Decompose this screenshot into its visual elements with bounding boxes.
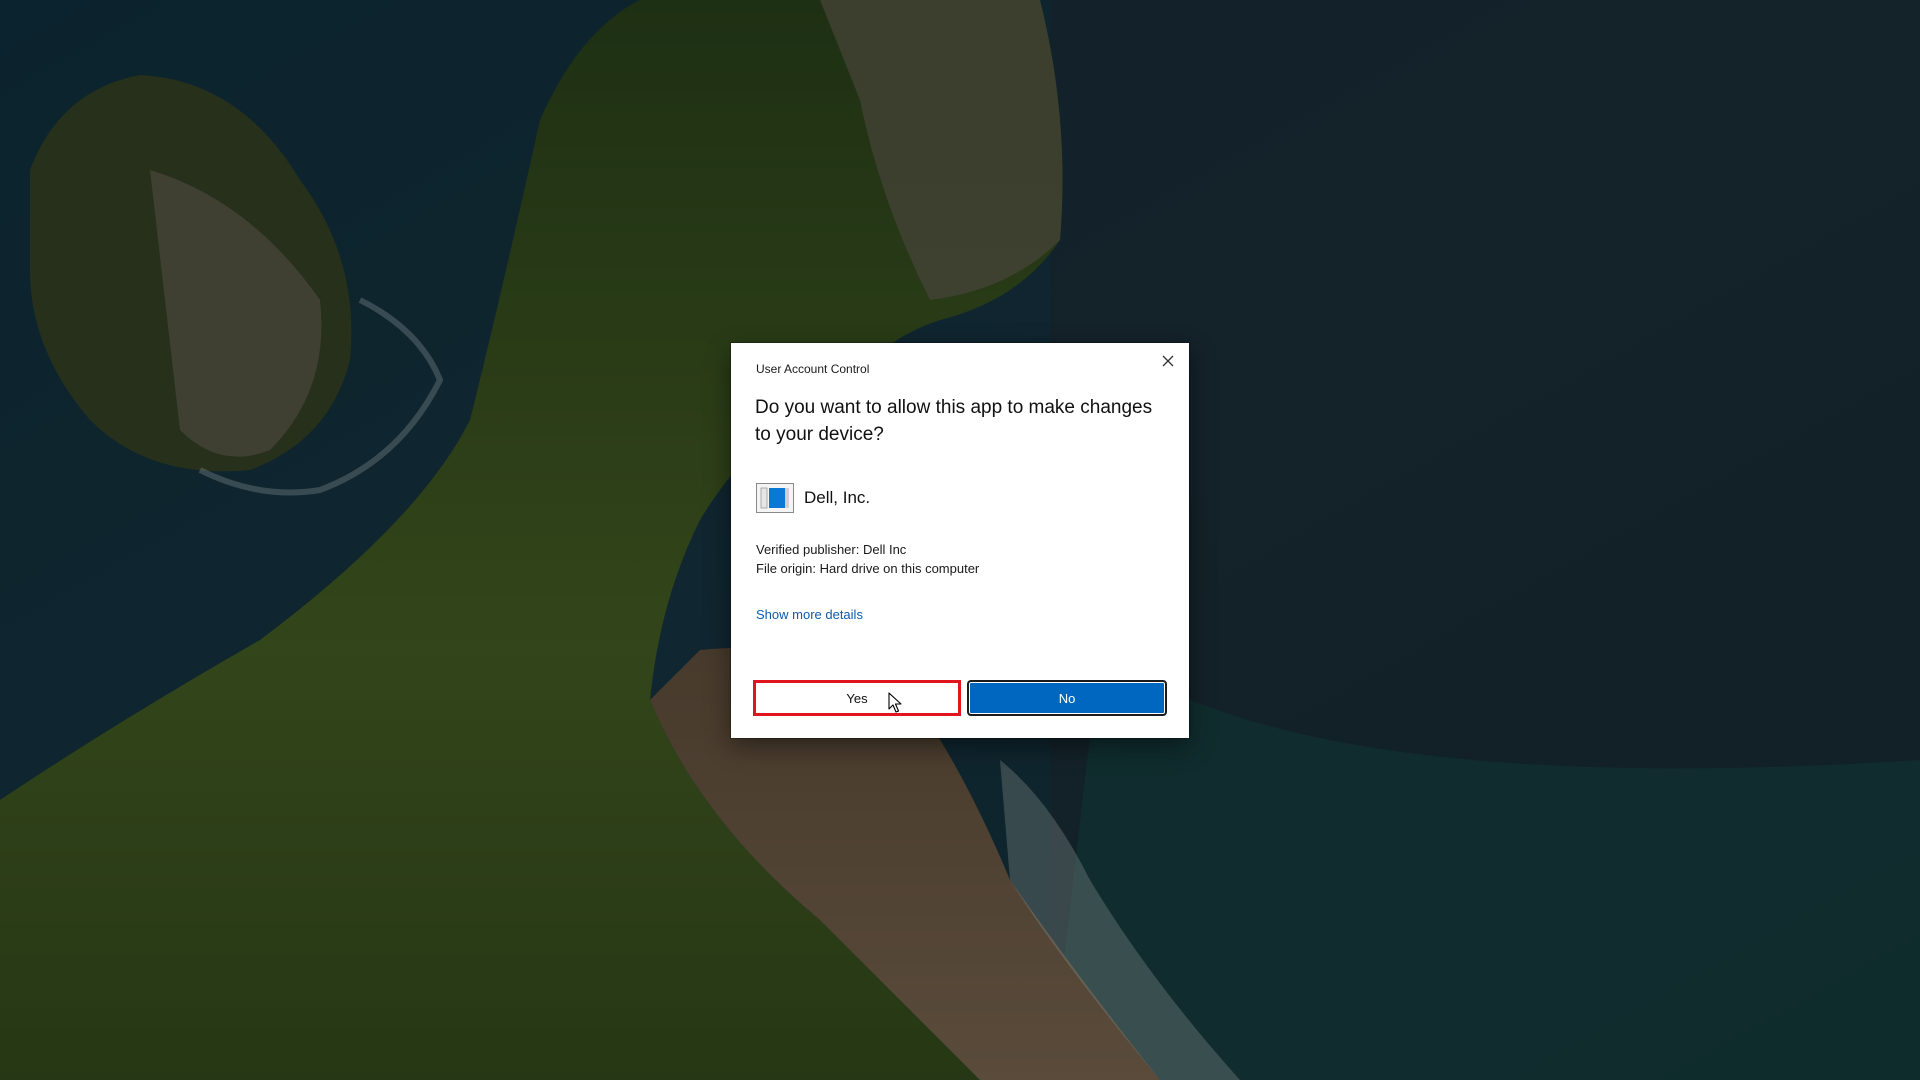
close-icon xyxy=(1162,355,1174,367)
no-button-label: No xyxy=(1058,690,1076,706)
dialog-title: User Account Control xyxy=(756,362,870,376)
uac-dialog: User Account Control Do you want to allo… xyxy=(731,343,1189,738)
application-icon xyxy=(756,483,794,513)
close-button[interactable] xyxy=(1153,348,1183,374)
yes-button-label: Yes xyxy=(846,690,868,706)
file-origin-text: File origin: Hard drive on this computer xyxy=(756,561,980,576)
show-more-details-link[interactable]: Show more details xyxy=(756,607,863,622)
app-row: Dell, Inc. xyxy=(756,482,870,514)
dialog-question: Do you want to allow this app to make ch… xyxy=(755,397,1153,445)
no-button[interactable]: No xyxy=(967,680,1167,716)
verified-publisher-text: Verified publisher: Dell Inc xyxy=(756,542,907,557)
app-details: Verified publisher: Dell Inc File origin… xyxy=(756,540,979,578)
desktop: User Account Control Do you want to allo… xyxy=(0,0,1920,1080)
app-publisher-name: Dell, Inc. xyxy=(804,488,871,507)
yes-button[interactable]: Yes xyxy=(753,680,961,716)
